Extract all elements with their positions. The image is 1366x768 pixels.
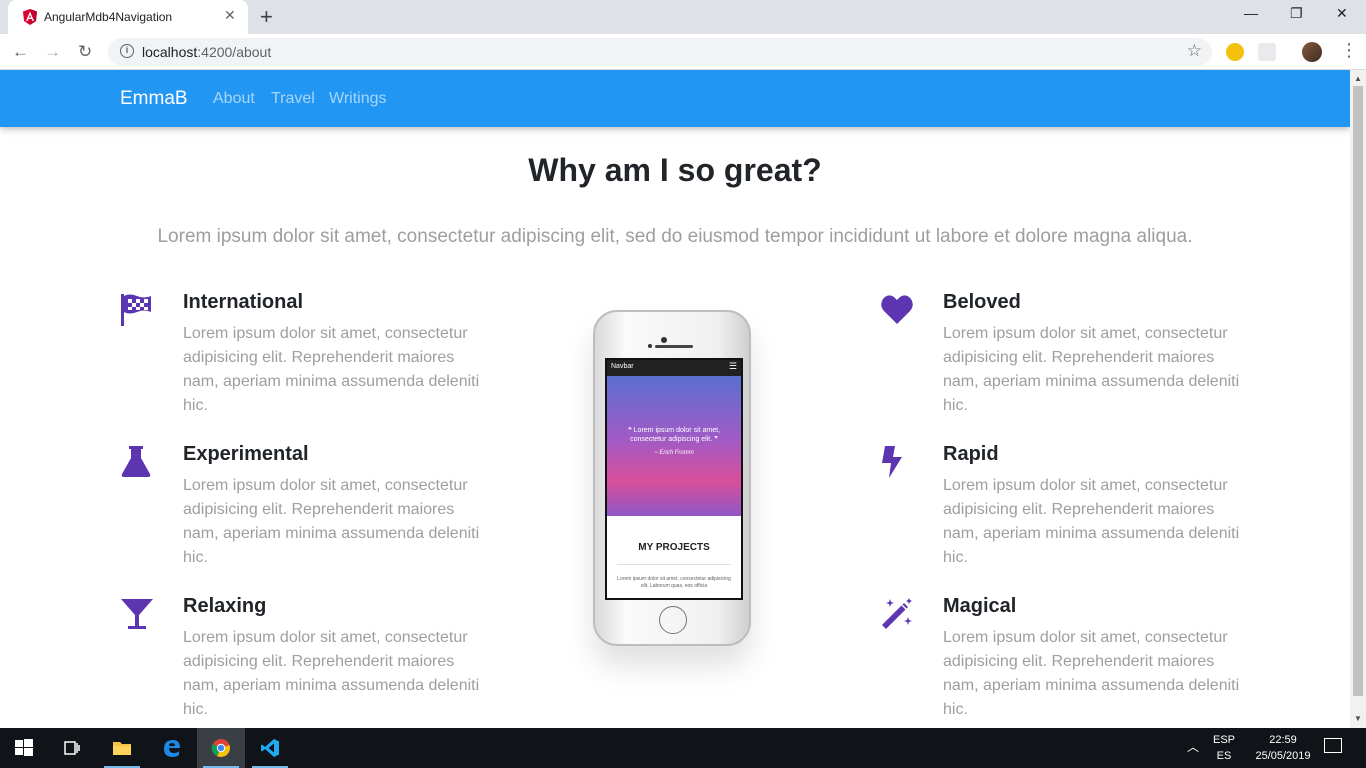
browser-tab-strip: AngularMdb4Navigation ✕ + — ❐ ✕: [0, 0, 1366, 34]
site-navbar: EmmaB About Travel Writings: [0, 70, 1350, 127]
feature-text: Lorem ipsum dolor sit amet, consectetur …: [943, 477, 1240, 566]
profile-avatar[interactable]: [1302, 42, 1322, 62]
nav-link-travel[interactable]: Travel: [271, 90, 315, 108]
task-view-button[interactable]: [48, 728, 96, 768]
bolt-icon: [882, 446, 902, 478]
close-window-button[interactable]: ✕: [1336, 5, 1348, 22]
bookmark-star-icon[interactable]: ☆: [1187, 41, 1202, 61]
phone-navbar: Navbar ☰: [607, 360, 741, 376]
navbar-brand[interactable]: EmmaB: [120, 88, 188, 110]
windows-taskbar: ︿ ESP ES 22:59 25/05/2019: [0, 728, 1366, 768]
feature-text: Lorem ipsum dolor sit amet, consectetur …: [183, 629, 480, 718]
flag-checkered-icon: [121, 294, 151, 326]
nav-link-writings[interactable]: Writings: [329, 90, 387, 108]
page-scrollbar[interactable]: ▲ ▼: [1350, 70, 1366, 728]
angular-icon: [23, 9, 37, 25]
page-lead: Lorem ipsum dolor sit amet, consectetur …: [157, 226, 1193, 247]
task-view-icon: [64, 741, 80, 755]
glass-martini-icon: [121, 599, 153, 629]
chrome-menu-icon[interactable]: ⋮: [1340, 40, 1358, 61]
flask-icon: [121, 446, 151, 477]
site-info-icon[interactable]: i: [120, 44, 134, 58]
new-tab-button[interactable]: +: [260, 4, 273, 30]
chrome-taskbar-button[interactable]: [197, 728, 245, 768]
feature-title: Rapid: [943, 443, 999, 465]
notification-center-icon[interactable]: [1324, 738, 1342, 753]
file-explorer-button[interactable]: [98, 728, 146, 768]
edge-browser-button[interactable]: [148, 728, 196, 768]
scroll-up-arrow-icon[interactable]: ▲: [1354, 74, 1362, 83]
feature-title: Beloved: [943, 291, 1021, 313]
system-clock[interactable]: 22:59 25/05/2019: [1246, 732, 1320, 764]
tab-close-icon[interactable]: ✕: [224, 7, 236, 24]
input-language[interactable]: ESP ES: [1206, 732, 1242, 764]
scroll-down-arrow-icon[interactable]: ▼: [1354, 714, 1362, 723]
browser-toolbar: ← → ↻ i localhost:4200/about ☆ ⋮: [0, 34, 1366, 70]
tab-title: AngularMdb4Navigation: [44, 10, 173, 24]
chrome-icon: [211, 739, 230, 757]
scrollbar-thumb[interactable]: [1353, 86, 1363, 696]
extension-icon[interactable]: [1226, 43, 1244, 61]
home-button: [659, 606, 687, 634]
back-button[interactable]: ←: [12, 42, 29, 62]
vscode-icon: [261, 739, 279, 757]
folder-icon: [113, 742, 131, 755]
vscode-taskbar-button[interactable]: [246, 728, 294, 768]
phone-hero: ❝ Lorem ipsum dolor sit amet, consectetu…: [607, 376, 741, 516]
page-title: Why am I so great?: [528, 152, 822, 188]
magic-wand-icon: [882, 598, 912, 629]
page-viewport: EmmaB About Travel Writings Why am I so …: [0, 70, 1350, 728]
feature-text: Lorem ipsum dolor sit amet, consectetur …: [183, 477, 480, 566]
feature-text: Lorem ipsum dolor sit amet, consectetur …: [943, 325, 1240, 414]
feature-text: Lorem ipsum dolor sit amet, consectetur …: [943, 629, 1240, 718]
nav-link-about[interactable]: About: [213, 90, 255, 108]
address-bar[interactable]: i localhost:4200/about ☆: [108, 38, 1212, 66]
phone-screen: Navbar ☰ ❝ Lorem ipsum dolor sit amet, c…: [605, 358, 743, 600]
extension-icon[interactable]: [1258, 43, 1276, 61]
forward-button[interactable]: →: [44, 42, 61, 62]
reload-button[interactable]: ↻: [78, 42, 92, 62]
minimize-button[interactable]: —: [1244, 5, 1258, 21]
windows-logo-icon: [15, 739, 33, 756]
feature-title: International: [183, 291, 304, 313]
url-text: localhost:4200/about: [142, 44, 272, 60]
hamburger-icon: ☰: [728, 361, 737, 371]
phone-mockup-image: Navbar ☰ ❝ Lorem ipsum dolor sit amet, c…: [593, 310, 751, 646]
tray-chevron-up-icon[interactable]: ︿: [1187, 738, 1199, 755]
feature-title: Experimental: [183, 443, 309, 465]
feature-text: Lorem ipsum dolor sit amet, consectetur …: [183, 325, 480, 414]
edge-icon: [164, 740, 180, 757]
browser-tab[interactable]: AngularMdb4Navigation ✕: [8, 0, 248, 34]
feature-title: Relaxing: [183, 595, 267, 617]
restore-button[interactable]: ❐: [1290, 5, 1303, 22]
start-button[interactable]: [0, 728, 48, 768]
feature-title: Magical: [943, 595, 1017, 617]
heart-icon: [881, 295, 913, 324]
